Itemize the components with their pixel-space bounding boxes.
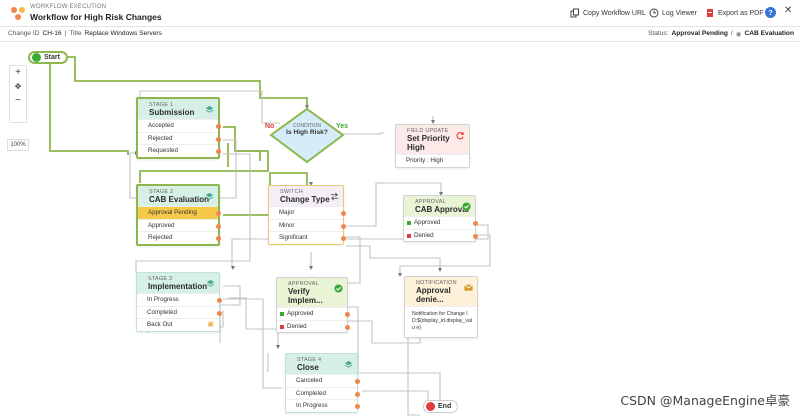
log-viewer-button[interactable]: Log Viewer (649, 8, 697, 18)
field-value: Priority : High (396, 154, 469, 167)
log-viewer-label: Log Viewer (662, 9, 697, 17)
case-minor[interactable]: Minor (269, 218, 346, 232)
change-id-label: Change ID (8, 30, 40, 37)
outcome-completed[interactable]: Completed (137, 305, 222, 319)
start-label: Start (44, 54, 60, 61)
status-label: Status: (647, 30, 669, 37)
outcome-requested[interactable]: Requested (138, 144, 221, 157)
outcome-rejected[interactable]: Rejected (138, 131, 221, 145)
switch-arrows-icon (330, 192, 339, 201)
outcome-completed[interactable]: Completed (286, 386, 360, 400)
copy-url-button[interactable]: Copy Workflow URL (570, 8, 646, 18)
stop-icon (426, 402, 435, 411)
title-label: Title (69, 30, 82, 37)
close-button[interactable]: ✕ (784, 5, 792, 16)
check-circle-icon (334, 284, 343, 293)
page-title: Workflow for High Risk Changes (30, 12, 162, 22)
stage-value: CAB Evaluation (744, 30, 794, 37)
outcome-canceled[interactable]: Canceled (286, 374, 360, 387)
refresh-icon (456, 132, 464, 140)
copy-icon (570, 8, 579, 18)
notification-node[interactable]: NOTIFICATION Approval denie... Notificat… (404, 276, 478, 339)
case-major[interactable]: Major (269, 206, 346, 219)
outcome-approved[interactable]: Approved (138, 218, 221, 232)
stage-icon: ◉ (735, 31, 742, 38)
end-node[interactable]: End (423, 400, 459, 413)
pdf-icon (707, 9, 713, 17)
status-separator: / (730, 30, 733, 37)
play-icon (32, 53, 41, 62)
case-significant[interactable]: Significant (269, 231, 346, 244)
switch-node[interactable]: SWITCH Change Type Major Minor Significa… (268, 185, 346, 245)
change-id-value: CH-16 (42, 30, 62, 37)
help-button[interactable]: ? (765, 7, 776, 18)
page-subtitle: WORKFLOW EXECUTION (30, 4, 107, 10)
layers-icon (344, 360, 353, 368)
node-title: Submission (149, 108, 195, 117)
condition-no-label: No (265, 123, 275, 130)
status-value: Approval Pending (671, 30, 728, 37)
layers-icon (206, 279, 215, 287)
condition-node[interactable]: CONDITION Is High Risk? (281, 123, 333, 136)
copy-url-label: Copy Workflow URL (583, 9, 646, 17)
stage-2-node[interactable]: STAGE 2 CAB Evaluation Approval Pending … (136, 184, 221, 246)
outcome-rejected[interactable]: Rejected (138, 231, 221, 244)
layers-icon (205, 105, 214, 113)
layers-icon (205, 192, 214, 200)
start-node[interactable]: Start (28, 51, 68, 64)
task-icon: ▣ (207, 321, 214, 328)
pan-button[interactable]: ✥ (10, 80, 26, 94)
outcome-approved[interactable]: Approved (404, 216, 478, 229)
watermark: CSDN @ManageEngine卓豪 (620, 393, 790, 408)
node-title: CAB Evaluation (149, 195, 210, 204)
verify-approval-node[interactable]: APPROVAL Verify Implem... Approved Denie… (276, 277, 350, 333)
info-bar: Change ID CH-16 | Title Replace Windows … (0, 27, 800, 42)
condition-yes-label: Yes (336, 123, 349, 130)
field-update-node[interactable]: FIELD UPDATE Set Priority High Priority … (395, 124, 470, 168)
outcome-denied[interactable]: Denied (404, 228, 478, 242)
export-pdf-button[interactable]: Export as PDF (705, 8, 764, 18)
zoom-level: 100% (7, 139, 29, 151)
envelope-icon (464, 284, 473, 291)
info-separator: | (64, 30, 67, 37)
notification-body: Notification for Change ID:${display_id.… (405, 306, 477, 337)
outcome-denied[interactable]: Denied (277, 319, 350, 333)
node-title: Implementation (148, 282, 208, 291)
outcome-in-progress[interactable]: In Progress (286, 399, 360, 412)
outcome-back-out[interactable]: Back Out ▣ (137, 318, 219, 331)
node-title: Is High Risk? (286, 129, 328, 136)
outcome-accepted[interactable]: Accepted (138, 119, 221, 132)
zoom-in-button[interactable]: + (10, 66, 26, 80)
outcome-approval-pending[interactable]: Approval Pending (138, 206, 221, 219)
workflow-canvas[interactable]: + ✥ − 100% Start STAGE 1 Submission Acce… (0, 43, 800, 420)
stage-4-node[interactable]: STAGE 4 Close Canceled Completed In Prog… (285, 353, 360, 413)
outcome-approved[interactable]: Approved (277, 307, 350, 320)
clock-icon (649, 8, 659, 18)
title-value: Replace Windows Servers (84, 30, 162, 37)
cab-approval-node[interactable]: APPROVAL CAB Approval Approved Denied (403, 195, 478, 242)
connection-lines (49, 56, 491, 416)
zoom-out-button[interactable]: − (10, 94, 26, 108)
end-label: End (438, 403, 452, 410)
stage-3-node[interactable]: STAGE 3 Implementation In Progress Compl… (136, 272, 222, 332)
export-pdf-label: Export as PDF (718, 9, 764, 17)
zoom-controls: + ✥ − (9, 65, 27, 123)
check-circle-icon (462, 202, 471, 211)
outcome-in-progress[interactable]: In Progress (137, 293, 222, 306)
stage-1-node[interactable]: STAGE 1 Submission Accepted Rejected Req… (136, 97, 221, 159)
top-bar: WORKFLOW EXECUTION Workflow for High Ris… (0, 0, 800, 27)
workflow-icon (11, 7, 25, 20)
change-info: Change ID CH-16 | Title Replace Windows … (8, 30, 162, 37)
status-info: Status: Approval Pending / ◉ CAB Evaluat… (648, 30, 794, 38)
